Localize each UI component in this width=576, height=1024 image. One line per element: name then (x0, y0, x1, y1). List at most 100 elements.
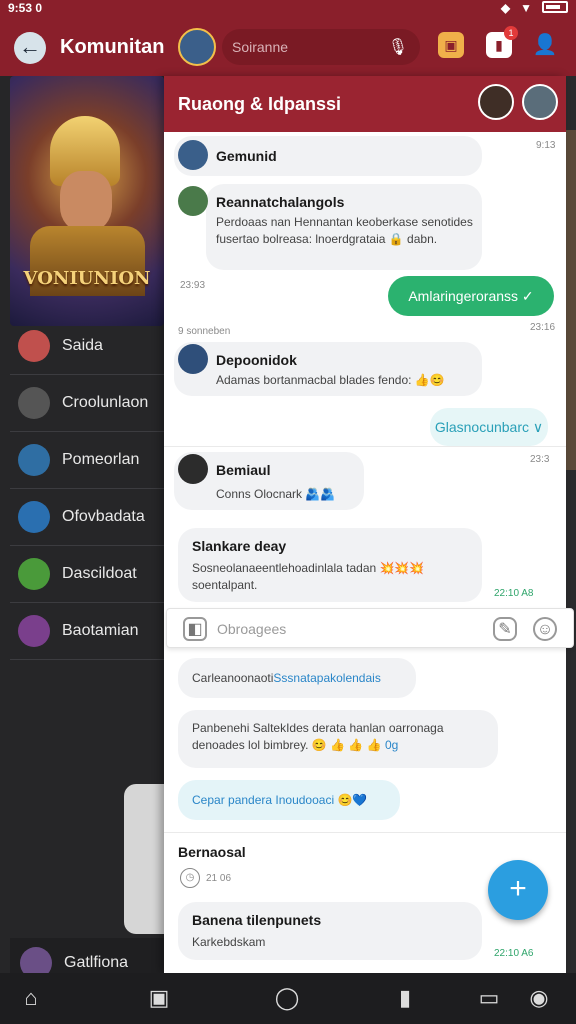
user-icon[interactable]: 👤 (532, 32, 558, 58)
section-label: 9 sonneben (178, 326, 231, 337)
reply-link[interactable]: Sssnatapakolendais (273, 671, 380, 685)
bookmark-icon[interactable]: ▮ (392, 985, 418, 1011)
compose-button[interactable]: + (488, 860, 548, 920)
back-button[interactable]: ← (14, 32, 46, 64)
status-bar: 9:53 0 ◆ ▼ (0, 0, 576, 18)
reply-bubble[interactable]: CarleanoonaotiSssnatapakolendais (178, 658, 416, 698)
status-icons: ◆ ▼ (501, 1, 568, 15)
clock-icon: ◷ (180, 868, 200, 888)
avatar[interactable] (178, 140, 208, 170)
avatar (18, 501, 50, 533)
floating-avatars (124, 784, 164, 934)
action-button[interactable]: Glasnocunbarc ∨ (430, 408, 548, 446)
reply-link[interactable]: 0g (385, 738, 398, 752)
timestamp: 22:10 A8 (494, 588, 534, 599)
avatar[interactable] (178, 186, 208, 216)
search-placeholder: Soiranne (232, 39, 289, 55)
left-header: ← Komunitan (0, 18, 176, 76)
reply-bubble[interactable]: Cepar pandera Inoudooaci 😊💙 (178, 780, 400, 820)
home-icon[interactable]: ⌂ (18, 985, 44, 1011)
notification-icon[interactable]: ▮ 1 (486, 26, 518, 58)
left-item-label: Dascildoat (62, 565, 137, 582)
message-text: Adamas bortanmacbal blades fendo: 👍😊 (216, 373, 445, 387)
avatar[interactable] (178, 454, 208, 484)
clock: 9:53 0 (8, 1, 43, 15)
message-bubble[interactable]: Depoonidok Adamas bortanmacbal blades fe… (174, 342, 482, 396)
section-title: Bernaosal (178, 844, 246, 860)
left-item[interactable]: Croolunlaon (10, 375, 164, 432)
battery-icon (542, 1, 568, 13)
message-text: Karkebdskam (192, 935, 266, 949)
tv-icon[interactable]: ▭ (476, 985, 502, 1011)
message-bubble[interactable]: Reannatchalangols Perdoaas nan Hennantan… (206, 184, 482, 270)
timestamp: 9:13 (536, 140, 556, 151)
left-item[interactable]: Pomeorlan (10, 432, 164, 489)
notification-badge: 1 (504, 26, 518, 40)
timestamp: 23:93 (180, 280, 206, 291)
sender-name: Depoonidok (216, 352, 297, 368)
chat-title: Ruaong & Idpanssi (178, 94, 342, 114)
search-input[interactable]: Soiranne 🎙 (222, 29, 420, 65)
member-avatar[interactable] (522, 84, 558, 120)
left-item-label: Croolunlaon (62, 394, 149, 411)
message-text: Sosneolanaeentlehoadinlala tadan 💥💥💥 soe… (192, 561, 425, 592)
avatar (18, 444, 50, 476)
signal-icon: ◆ (500, 1, 511, 15)
top-bar: Soiranne 🎙 ▣ ▮ 1 👤 (164, 18, 576, 76)
avatar[interactable] (178, 344, 208, 374)
left-title: Komunitan (60, 36, 165, 58)
message-text: Conns Olocnark 🫂🫂 (216, 487, 336, 501)
sender-name: Bemiaul (216, 462, 271, 478)
divider (164, 832, 566, 833)
sender-name: Slankare deay (192, 538, 287, 554)
reply-text: Carleanoonaoti (192, 671, 274, 685)
message-bubble[interactable]: Banena tilenpunets Karkebdskam (178, 902, 482, 960)
left-bottom-label: Gatlfiona (64, 954, 129, 971)
input-placeholder: Obroagees (217, 621, 287, 637)
game-banner[interactable]: VONIUNION (10, 76, 164, 326)
chat-panel: Ruaong & Idpanssi Gemunid 9:13 Reannatch… (164, 76, 566, 973)
left-list: Saida Croolunlaon Pomeorlan Ofovbadata D… (10, 318, 164, 660)
sender-name: Gemunid (216, 148, 277, 164)
shield-icon[interactable]: ◉ (526, 985, 552, 1011)
left-item-label: Baotamian (62, 622, 139, 639)
banner-title: VONIUNION (23, 268, 151, 289)
left-item-label: Saida (62, 337, 103, 354)
avatar (18, 615, 50, 647)
left-item[interactable]: Dascildoat (10, 546, 164, 603)
left-item[interactable]: Saida (10, 318, 164, 375)
wifi-icon: ▼ (520, 1, 532, 15)
emoji-icon[interactable]: ☺ (533, 617, 557, 641)
message-bubble[interactable]: Gemunid (174, 136, 482, 176)
avatar (18, 558, 50, 590)
left-item[interactable]: Ofovbadata (10, 489, 164, 546)
sender-name: Reannatchalangols (216, 194, 345, 210)
gift-icon[interactable]: ▣ (438, 32, 464, 58)
divider (164, 446, 566, 447)
message-text: Perdoaas nan Hennantan keoberkase senoti… (216, 215, 473, 246)
sticker-icon[interactable]: ✎ (493, 617, 517, 641)
message-bubble[interactable]: Slankare deay Sosneolanaeentlehoadinlala… (178, 528, 482, 602)
background-strip (566, 130, 576, 470)
reply-text: Panbenehi SaltekIdes derata hanlan oarro… (192, 721, 444, 752)
timestamp: 23:3 (530, 454, 550, 465)
timestamp: 23:16 (530, 322, 556, 333)
chat-header: Ruaong & Idpanssi (164, 76, 566, 132)
reply-text: Cepar pandera Inoudooaci 😊💙 (192, 793, 368, 807)
left-item-label: Pomeorlan (62, 451, 140, 468)
left-item[interactable]: Baotamian (10, 603, 164, 660)
left-item-label: Ofovbadata (62, 508, 145, 525)
star-icon (18, 387, 50, 419)
hero-face (60, 171, 112, 231)
reply-bubble[interactable]: Panbenehi SaltekIdes derata hanlan oarro… (178, 710, 498, 768)
section-time: ◷ 21 06 (180, 868, 231, 888)
mic-icon[interactable]: 🎙 (388, 37, 408, 57)
action-button[interactable]: Amlaringeroranss ✓ (388, 276, 554, 316)
attach-icon[interactable]: ◧ (183, 617, 207, 641)
bottom-nav: ⌂ ▣ ◯ ▮ ▭ ◉ (0, 973, 576, 1024)
member-avatar[interactable] (478, 84, 514, 120)
message-input[interactable]: ◧ Obroagees ✎ ☺ (166, 608, 574, 648)
circle-icon[interactable]: ◯ (274, 985, 300, 1011)
chat-icon[interactable]: ▣ (146, 985, 172, 1011)
profile-avatar[interactable] (178, 28, 216, 66)
